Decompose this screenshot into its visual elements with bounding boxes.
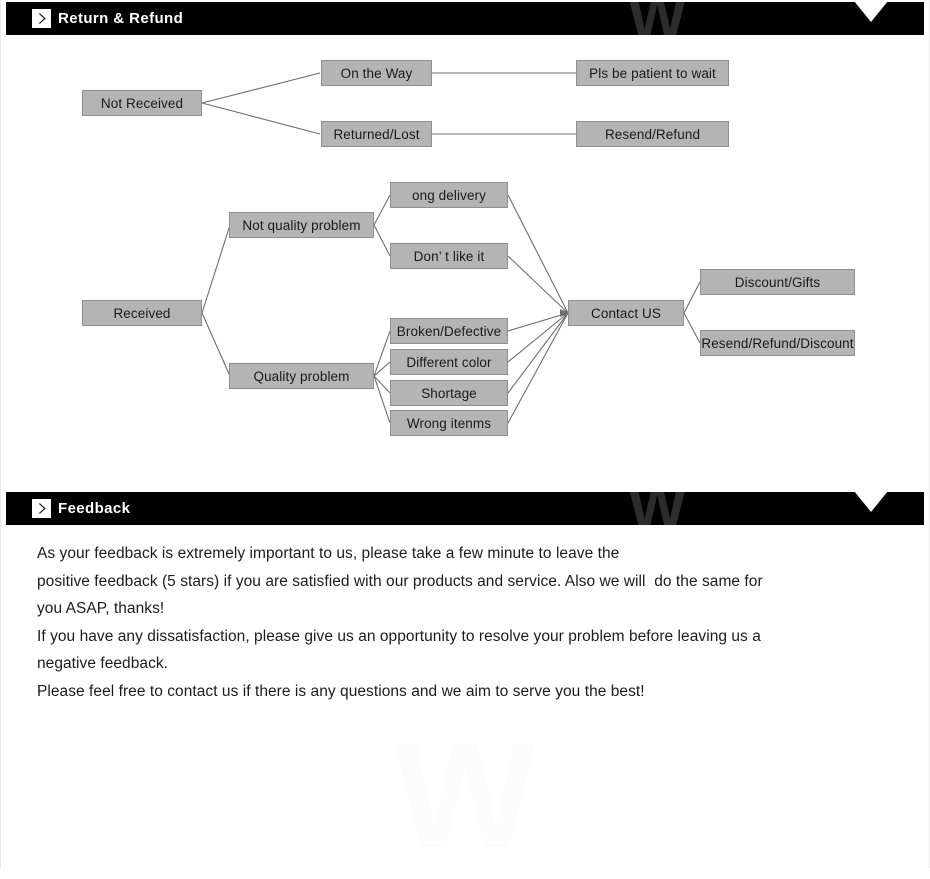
node-shortage[interactable]: Shortage	[390, 380, 508, 406]
node-not-quality-problem[interactable]: Not quality problem	[229, 212, 374, 238]
node-dont-like-it[interactable]: Don’ t like it	[390, 243, 508, 269]
feedback-line: As your feedback is extremely important …	[37, 545, 620, 562]
node-resend-refund[interactable]: Resend/Refund	[576, 121, 729, 147]
triangle-down-icon	[854, 492, 888, 512]
node-resend-refund-discount[interactable]: Resend/Refund/Discount	[700, 330, 855, 356]
node-pls-be-patient[interactable]: Pls be patient to wait	[576, 60, 729, 86]
node-discount-gifts[interactable]: Discount/Gifts	[700, 269, 855, 295]
feedback-line: you ASAP, thanks!	[37, 600, 165, 617]
feedback-line: positive feedback (5 stars) if you are s…	[37, 572, 763, 590]
node-wrong-items[interactable]: Wrong itenms	[390, 410, 508, 436]
node-different-color[interactable]: Different color	[390, 349, 508, 375]
feedback-line: negative feedback.	[37, 655, 169, 672]
feedback-text-block: As your feedback is extremely important …	[37, 540, 897, 705]
node-quality-problem[interactable]: Quality problem	[229, 363, 374, 389]
page-watermark: W	[394, 711, 536, 879]
node-returned-lost[interactable]: Returned/Lost	[321, 121, 432, 147]
section-header-feedback: W Feedback	[6, 492, 924, 525]
node-on-the-way[interactable]: On the Way	[321, 60, 432, 86]
chevron-right-icon	[32, 499, 51, 518]
node-broken-defective[interactable]: Broken/Defective	[390, 318, 508, 344]
feedback-line: Please feel free to contact us if there …	[37, 682, 645, 700]
node-received[interactable]: Received	[82, 300, 202, 326]
node-not-received[interactable]: Not Received	[82, 90, 202, 116]
section-title: Feedback	[58, 500, 131, 517]
feedback-line: If you have any dissatisfaction, please …	[37, 627, 761, 645]
watermark-letter: W	[628, 492, 724, 525]
node-contact-us[interactable]: Contact US	[568, 300, 684, 326]
node-long-delivery[interactable]: ong delivery	[390, 182, 508, 208]
